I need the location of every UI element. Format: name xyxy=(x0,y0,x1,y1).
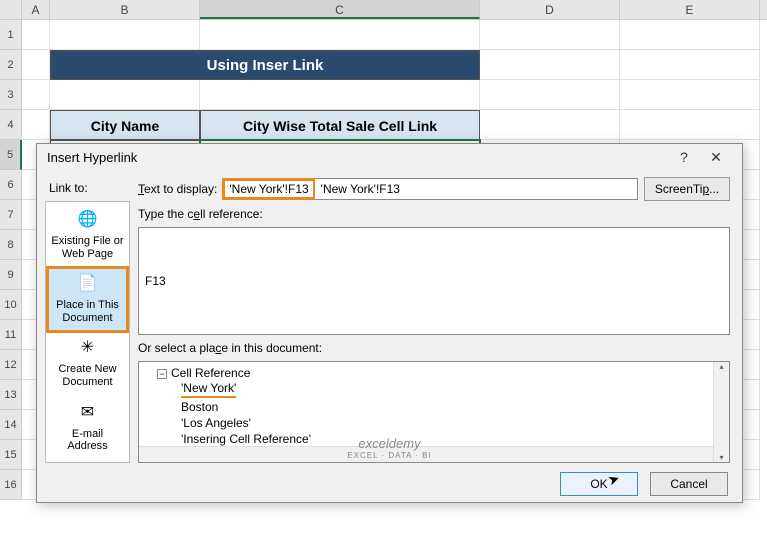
text-to-display-input[interactable] xyxy=(315,178,638,200)
row-header[interactable]: 10 xyxy=(0,290,22,320)
cell[interactable] xyxy=(50,20,200,50)
row-header[interactable]: 3 xyxy=(0,80,22,110)
cell[interactable] xyxy=(620,80,760,110)
row-header[interactable]: 4 xyxy=(0,110,22,140)
column-header[interactable]: C xyxy=(200,0,480,19)
row-header[interactable]: 12 xyxy=(0,350,22,380)
tree-item-1[interactable]: Boston xyxy=(145,399,723,415)
dialog-title: Insert Hyperlink xyxy=(47,150,137,165)
linkto-option-0[interactable]: 🌐Existing File or Web Page xyxy=(48,204,127,267)
type-cell-ref-label: Type the cell reference: xyxy=(138,207,730,221)
linkto-icon: ✳ xyxy=(78,339,98,359)
screentip-button[interactable]: ScreenTip... xyxy=(644,177,730,201)
link-to-list: 🌐Existing File or Web Page📄Place in This… xyxy=(45,201,130,463)
linkto-icon: 🌐 xyxy=(78,211,98,231)
row-header[interactable]: 2 xyxy=(0,50,22,80)
row-header[interactable]: 5 xyxy=(0,140,22,170)
linkto-option-3[interactable]: ✉E-mail Address xyxy=(48,397,127,460)
cell[interactable]: City Wise Total Sale Cell Link xyxy=(200,110,480,140)
row-header[interactable]: 16 xyxy=(0,470,22,500)
cell[interactable]: City Name xyxy=(50,110,200,140)
row-header[interactable]: 15 xyxy=(0,440,22,470)
row-header[interactable]: 1 xyxy=(0,20,22,50)
link-to-label: Link to: xyxy=(49,181,130,195)
tree-item-2[interactable]: 'Los Angeles' xyxy=(145,415,723,431)
tree-scrollbar-vertical[interactable] xyxy=(713,362,729,462)
column-header[interactable] xyxy=(0,0,22,19)
linkto-icon: 📄 xyxy=(78,275,98,295)
column-header[interactable]: B xyxy=(50,0,200,19)
column-header[interactable]: D xyxy=(480,0,620,19)
cell[interactable] xyxy=(480,50,620,80)
linkto-icon: ✉ xyxy=(78,404,98,424)
cell[interactable] xyxy=(480,80,620,110)
tree-root[interactable]: −Cell Reference xyxy=(145,366,723,380)
tree-item-0[interactable]: 'New York' xyxy=(145,380,723,399)
watermark: exceldemy EXCEL · DATA · BI xyxy=(347,436,431,460)
cell[interactable] xyxy=(50,80,200,110)
column-header[interactable]: E xyxy=(620,0,760,19)
cell[interactable]: Using Inser Link xyxy=(50,50,480,80)
cell[interactable] xyxy=(620,20,760,50)
cell[interactable] xyxy=(620,110,760,140)
tree-item-3[interactable]: 'Insering Cell Reference' xyxy=(145,431,723,447)
row-header[interactable]: 8 xyxy=(0,230,22,260)
dialog-titlebar: Insert Hyperlink ? ✕ xyxy=(37,144,742,171)
cell[interactable] xyxy=(22,20,50,50)
row-header[interactable]: 13 xyxy=(0,380,22,410)
ok-button[interactable]: OK xyxy=(560,472,638,496)
cell[interactable] xyxy=(200,20,480,50)
select-place-label: Or select a place in this document: xyxy=(138,341,730,355)
cell[interactable] xyxy=(620,50,760,80)
text-to-display-highlight: 'New York'!F13 xyxy=(225,181,312,197)
row-header[interactable]: 11 xyxy=(0,320,22,350)
cell[interactable] xyxy=(22,50,50,80)
help-button[interactable]: ? xyxy=(668,149,700,165)
row-header[interactable]: 14 xyxy=(0,410,22,440)
column-header[interactable]: A xyxy=(22,0,50,19)
cell[interactable] xyxy=(480,110,620,140)
close-button[interactable]: ✕ xyxy=(700,149,732,166)
cancel-button[interactable]: Cancel xyxy=(650,472,728,496)
row-header[interactable]: 9 xyxy=(0,260,22,290)
cell[interactable] xyxy=(22,80,50,110)
cell[interactable] xyxy=(22,110,50,140)
linkto-option-1[interactable]: 📄Place in This Document xyxy=(48,268,127,331)
row-header[interactable]: 6 xyxy=(0,170,22,200)
linkto-option-2[interactable]: ✳Create New Document xyxy=(48,332,127,395)
column-headers: ABCDE xyxy=(0,0,767,20)
tree-collapse-icon[interactable]: − xyxy=(157,369,167,379)
text-to-display-label: Text to display: xyxy=(138,182,217,196)
cell[interactable] xyxy=(200,80,480,110)
cell-reference-input[interactable] xyxy=(138,227,730,335)
insert-hyperlink-dialog: Insert Hyperlink ? ✕ Link to: 🌐Existing … xyxy=(36,143,743,503)
cell[interactable] xyxy=(480,20,620,50)
row-header[interactable]: 7 xyxy=(0,200,22,230)
document-tree[interactable]: −Cell Reference'New York'Boston'Los Ange… xyxy=(138,361,730,463)
